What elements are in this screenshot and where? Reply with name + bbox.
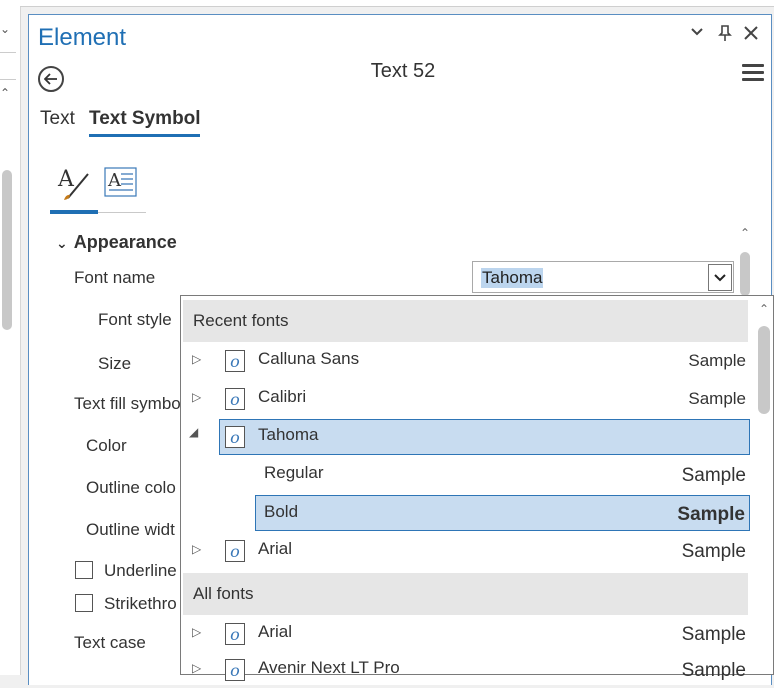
font-icon: o [225, 540, 245, 562]
chevron-down-icon[interactable] [686, 24, 708, 46]
background-field [0, 52, 16, 80]
text-appearance-icon[interactable]: A [56, 164, 96, 204]
underline-checkbox[interactable] [75, 561, 93, 579]
font-name-label: Font name [74, 268, 156, 287]
appearance-section-header[interactable]: ⌄ Appearance [56, 232, 177, 253]
font-sample: Sample [688, 351, 746, 370]
font-style-item-regular[interactable]: Regular Sample [183, 457, 750, 493]
recent-fonts-header: Recent fonts [183, 300, 748, 342]
expand-triangle-icon[interactable]: ▷ [192, 390, 201, 404]
element-name: Text 52 [370, 60, 436, 82]
background-scrollbar[interactable] [2, 170, 12, 330]
expand-triangle-icon[interactable]: ▷ [192, 352, 201, 366]
chevron-up-icon[interactable]: ⌃ [0, 86, 16, 102]
font-style-label: Font style [98, 310, 172, 329]
panel-scrollbar-thumb[interactable] [740, 252, 750, 296]
font-icon: o [225, 388, 245, 410]
expand-triangle-icon[interactable]: ▷ [192, 542, 201, 556]
section-title: Appearance [73, 232, 177, 252]
active-tab-indicator [89, 134, 200, 137]
panel-title: Element [38, 24, 127, 51]
expand-triangle-icon[interactable]: ▷ [192, 661, 201, 675]
expand-triangle-icon[interactable]: ▷ [192, 625, 201, 639]
text-case-label: Text case [74, 633, 146, 652]
top-pane-edge [20, 0, 774, 7]
underline-label: Underline [104, 561, 177, 580]
outline-width-label: Outline widt [86, 520, 175, 539]
back-button[interactable] [38, 66, 64, 92]
tab-text[interactable]: Text [40, 108, 75, 130]
all-fonts-header: All fonts [183, 573, 748, 615]
chevron-down-icon [714, 273, 726, 281]
font-item-calibri[interactable]: ▷ o Calibri Sample [183, 381, 750, 417]
chevron-down-icon[interactable]: ⌄ [0, 22, 16, 38]
back-arrow-icon [44, 73, 57, 85]
size-label: Size [98, 354, 132, 373]
svg-text:A: A [107, 170, 122, 191]
font-item-arial[interactable]: ▷ o Arial Sample [183, 533, 750, 569]
font-sample: Sample [681, 465, 746, 486]
tab-text-symbol[interactable]: Text Symbol [89, 108, 201, 130]
color-label: Color [86, 436, 127, 455]
strikethrough-checkbox[interactable] [75, 594, 93, 612]
font-sample: Sample [681, 660, 746, 681]
font-sample: Sample [677, 504, 745, 525]
font-icon: o [225, 623, 245, 645]
chevron-up-icon[interactable]: ⌃ [737, 226, 753, 240]
outline-color-label: Outline colo [86, 478, 176, 497]
svg-text:A: A [57, 167, 75, 192]
font-dropdown-button[interactable] [708, 264, 732, 291]
hamburger-menu-icon[interactable] [742, 64, 764, 84]
subtab-active-indicator [50, 210, 98, 214]
font-name-value[interactable]: Tahoma [481, 268, 544, 288]
pin-icon[interactable] [714, 24, 736, 46]
font-style-item-bold[interactable]: Bold Sample [255, 495, 750, 531]
font-icon: o [225, 350, 245, 372]
close-icon[interactable] [740, 24, 762, 46]
font-sample: Sample [681, 624, 746, 645]
font-item-avenir-next-lt-pro[interactable]: ▷ o Avenir Next LT Pro Sample [183, 652, 750, 688]
text-formatting-icon[interactable]: A [104, 166, 138, 200]
font-item-calluna-sans[interactable]: ▷ o Calluna Sans Sample [183, 343, 750, 379]
text-fill-symbol-label: Text fill symbo [74, 394, 181, 413]
font-icon: o [225, 426, 245, 448]
collapse-triangle-icon[interactable]: ◢ [189, 425, 198, 439]
font-icon: o [225, 659, 245, 681]
font-sample: Sample [688, 389, 746, 408]
chevron-down-icon: ⌄ [56, 235, 68, 251]
chevron-up-icon[interactable]: ⌃ [757, 302, 771, 316]
font-item-arial[interactable]: ▷ o Arial Sample [183, 616, 750, 652]
dropdown-scrollbar-thumb[interactable] [758, 326, 770, 414]
strikethrough-label: Strikethro [104, 594, 177, 613]
font-item-tahoma[interactable]: ◢ o Tahoma [183, 419, 750, 455]
font-sample: Sample [681, 541, 746, 562]
